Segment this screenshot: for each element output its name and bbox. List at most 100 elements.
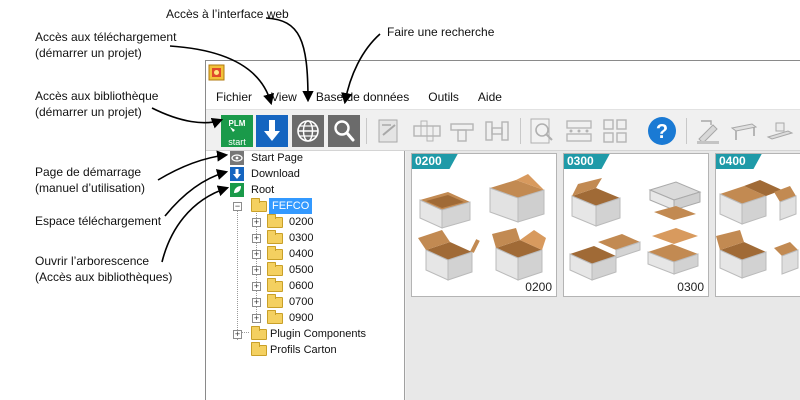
- menu-bar: Fichier View Base de données Outils Aide: [206, 85, 800, 109]
- tree-label: 0700: [289, 296, 314, 308]
- machine-tool-button[interactable]: [693, 115, 725, 147]
- dieline-tool-1[interactable]: [411, 115, 443, 147]
- lid-box: [648, 181, 702, 220]
- tree-label: Root: [251, 184, 275, 196]
- conveyor-tool-button[interactable]: [764, 115, 796, 147]
- card-badge: 0200: [412, 154, 458, 169]
- annotation-start-page: Page de démarrage (manuel d’utilisation): [35, 165, 146, 195]
- tree-label: Profils Carton: [270, 344, 337, 356]
- closed-box: [489, 174, 545, 223]
- library-view: 0200 0200 0300 0300 0400: [406, 151, 800, 400]
- screenshot: Accès à l’interface web Faire une recher…: [0, 0, 800, 400]
- plm-start-icon: PLM start: [221, 115, 253, 147]
- download-arrow-icon: [230, 167, 244, 181]
- search-icon: [328, 115, 360, 147]
- toolbar: PLM start ?: [206, 109, 800, 151]
- toolbar-separator: [366, 118, 367, 144]
- expand-toggle[interactable]: +: [252, 314, 261, 323]
- open-flap-box: [418, 230, 480, 281]
- dieline-h-icon: [485, 121, 509, 141]
- tree-line: [237, 205, 238, 340]
- zoom-document-button[interactable]: [526, 115, 558, 147]
- annotation-web: Accès à l’interface web: [166, 7, 289, 21]
- tree-label: FEFCO: [269, 198, 313, 214]
- tree-label: 0600: [289, 280, 314, 292]
- svg-text:PLM: PLM: [229, 119, 246, 128]
- folder-open-icon: [251, 198, 267, 212]
- library-card-0200[interactable]: 0200 0200: [411, 153, 557, 297]
- expand-toggle[interactable]: +: [233, 330, 242, 339]
- web-interface-button[interactable]: [292, 115, 324, 147]
- menu-outils[interactable]: Outils: [428, 90, 459, 104]
- grid-tool-button[interactable]: [599, 115, 631, 147]
- menu-fichier[interactable]: Fichier: [216, 90, 252, 104]
- grid-pieces-icon: [603, 119, 627, 143]
- dieline-tool-3[interactable]: [481, 115, 513, 147]
- report-icon: [378, 119, 398, 143]
- tree-label: 0200: [289, 216, 314, 228]
- dieline-tool-2[interactable]: [446, 115, 478, 147]
- title-bar: [206, 61, 800, 85]
- expand-toggle[interactable]: +: [252, 282, 261, 291]
- tree-panel: Start Page Download Root − FEFCO + 0200 …: [206, 151, 405, 400]
- help-button[interactable]: ?: [646, 115, 678, 147]
- folder-box: [774, 186, 797, 221]
- app-logo-icon: [208, 64, 225, 81]
- globe-icon: [292, 115, 324, 147]
- tree-label: Download: [251, 168, 300, 180]
- document-zoom-icon: [530, 118, 553, 144]
- expand-toggle[interactable]: +: [252, 298, 261, 307]
- report-button[interactable]: [373, 115, 405, 147]
- folder-icon: [267, 246, 283, 260]
- help-icon: ?: [648, 117, 676, 145]
- layout-tool-button[interactable]: [563, 115, 595, 147]
- table-tool-button[interactable]: [728, 115, 760, 147]
- plm-start-button[interactable]: PLM start: [221, 115, 253, 147]
- card-badge: 0300: [564, 154, 610, 169]
- search-button[interactable]: [328, 115, 360, 147]
- menu-base-de-donnees[interactable]: Base de données: [316, 90, 409, 104]
- tray-box-2: [774, 242, 799, 275]
- library-card-0400[interactable]: 0400: [715, 153, 800, 297]
- tree-label: 0400: [289, 248, 314, 260]
- tree-label: 0900: [289, 312, 314, 324]
- layout-icon: [566, 120, 592, 142]
- conveyor-icon: [766, 122, 794, 140]
- annotation-library: Accès aux bibliothèque (démarrer un proj…: [35, 89, 159, 119]
- folder-icon: [267, 262, 283, 276]
- collapse-toggle[interactable]: −: [233, 202, 242, 211]
- expand-toggle[interactable]: +: [252, 266, 261, 275]
- box-thumbnails-image: [418, 174, 546, 281]
- open-tray-box: [419, 192, 471, 229]
- expand-toggle[interactable]: +: [252, 218, 261, 227]
- eye-icon: [230, 151, 244, 165]
- card-code: 0300: [677, 280, 704, 294]
- pencil-machine-icon: [697, 120, 719, 144]
- tree-label: Plugin Components: [270, 328, 367, 340]
- box-thumbnails-image: [569, 178, 702, 281]
- menu-aide[interactable]: Aide: [478, 90, 502, 104]
- tray-box: [716, 230, 767, 279]
- folder-icon: [267, 230, 283, 244]
- library-card-0300[interactable]: 0300 0300: [563, 153, 709, 297]
- annotation-download-space: Espace téléchargement: [35, 214, 162, 228]
- download-button[interactable]: [256, 115, 288, 147]
- toolbar-separator: [686, 118, 687, 144]
- wrap-box: [719, 180, 782, 225]
- svg-text:?: ?: [656, 121, 668, 143]
- expand-toggle[interactable]: +: [252, 250, 261, 259]
- menu-view[interactable]: View: [271, 90, 297, 104]
- root-leaf-icon: [230, 183, 244, 197]
- tree-label: Start Page: [251, 152, 303, 164]
- open-tray-box: [571, 178, 621, 227]
- box-thumbnails-image: [716, 180, 799, 279]
- folder-icon: [251, 326, 267, 340]
- dieline-icon: [413, 120, 441, 142]
- expand-toggle[interactable]: +: [252, 234, 261, 243]
- tree-label: 0500: [289, 264, 314, 276]
- download-arrow-icon: [256, 115, 288, 147]
- card-badge: 0400: [716, 154, 762, 169]
- annotation-search: Faire une recherche: [387, 25, 495, 39]
- folder-icon: [267, 310, 283, 324]
- folder-icon: [251, 342, 267, 356]
